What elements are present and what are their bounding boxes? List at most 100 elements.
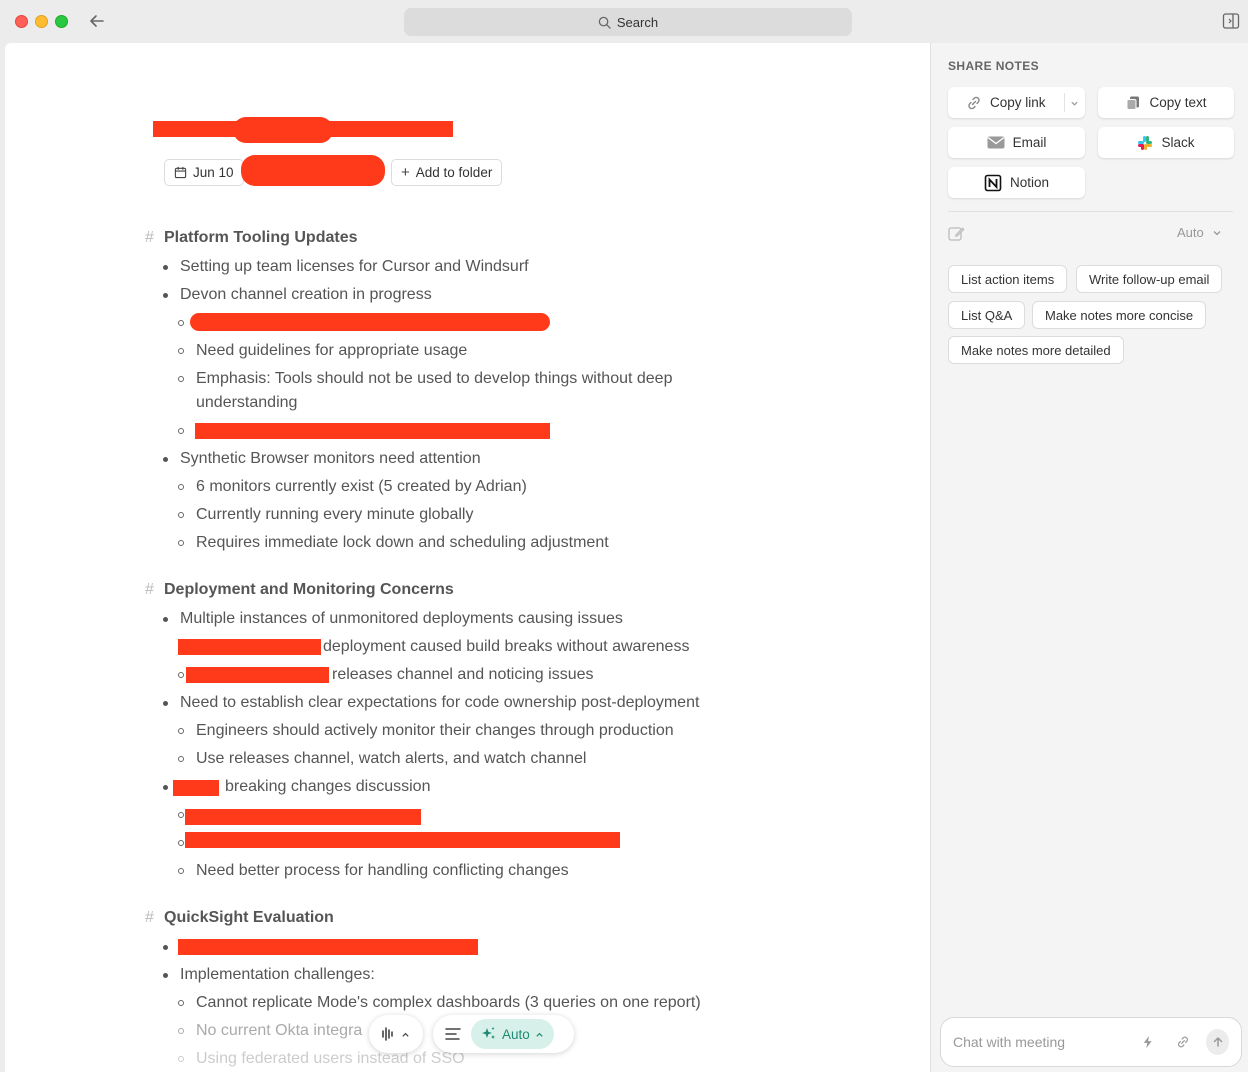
redacted-line [185, 832, 620, 848]
sub-bullet [178, 428, 184, 434]
sub-bullet [178, 868, 184, 874]
redacted-chip [241, 155, 385, 186]
write-follow-up-email-button[interactable]: Write follow-up email [1076, 265, 1223, 293]
bullet [163, 457, 168, 462]
link-icon[interactable] [1176, 1034, 1190, 1050]
chat-input[interactable] [953, 1034, 1134, 1050]
chevron-down-icon[interactable] [1070, 99, 1079, 108]
date-chip[interactable]: Jun 10 [164, 159, 244, 186]
bullet [163, 973, 168, 978]
sub-bullet [178, 756, 184, 762]
list-item: Devon channel creation in progress [180, 286, 432, 303]
list-item: No current Okta integra [196, 1022, 363, 1039]
recording-control[interactable] [369, 1015, 423, 1053]
sub-bullet [178, 376, 184, 382]
copy-text-button[interactable]: Copy text [1098, 87, 1234, 118]
section-heading: # Platform Tooling Updates [145, 229, 358, 246]
make-notes-detailed-button[interactable]: Make notes more detailed [948, 336, 1124, 364]
sub-bullet [178, 348, 184, 354]
bullet [163, 617, 168, 622]
notion-icon [984, 174, 1002, 191]
audio-waveform-icon [382, 1027, 393, 1041]
list-item: breaking changes discussion [225, 778, 431, 795]
sub-bullet [178, 1028, 184, 1034]
notes-editor[interactable]: Jun 10 + Add to folder # Platform Toolin… [5, 43, 930, 1072]
sub-bullet [178, 728, 184, 734]
redacted-text [173, 780, 219, 796]
slack-icon [1138, 135, 1153, 150]
lightning-icon[interactable] [1142, 1034, 1154, 1050]
sub-bullet [178, 540, 184, 546]
redacted-line [178, 939, 478, 955]
arrow-up-icon [1213, 1037, 1222, 1047]
sub-bullet [178, 320, 184, 326]
heading-hash-icon: # [145, 229, 154, 246]
auto-mode-button[interactable]: Auto [471, 1019, 554, 1049]
bullet [163, 701, 168, 706]
panel-divider [948, 211, 1233, 212]
calendar-icon [174, 166, 187, 179]
add-to-folder-label: Add to folder [415, 165, 493, 180]
redacted-line [190, 313, 550, 331]
redacted-text [186, 667, 329, 683]
list-item: 6 monitors currently exist (5 created by… [196, 478, 527, 495]
back-arrow-icon[interactable] [86, 10, 108, 32]
chat-box [940, 1017, 1242, 1067]
slack-button[interactable]: Slack [1098, 127, 1234, 158]
make-notes-concise-button[interactable]: Make notes more concise [1032, 301, 1207, 329]
list-item: releases channel and noticing issues [332, 666, 594, 683]
list-item: Synthetic Browser monitors need attentio… [180, 450, 481, 467]
list-item: Implementation challenges: [180, 966, 375, 983]
search-bar[interactable]: Search [404, 8, 852, 36]
send-button[interactable] [1206, 1029, 1229, 1055]
sidebar-toggle-icon[interactable] [1222, 12, 1240, 30]
sub-bullet [178, 1000, 184, 1006]
slack-label: Slack [1161, 135, 1195, 150]
list-item: Use releases channel, watch alerts, and … [196, 750, 587, 767]
list-item: Setting up team licenses for Cursor and … [180, 258, 529, 275]
list-item: Need better process for handling conflic… [196, 862, 569, 879]
edit-icon[interactable] [948, 225, 965, 242]
bullet [163, 265, 168, 270]
bullet [163, 785, 168, 790]
redacted-line [195, 423, 550, 439]
link-icon [968, 96, 980, 109]
bullet [163, 293, 168, 298]
list-action-items-button[interactable]: List action items [948, 265, 1068, 293]
notes-list-icon[interactable] [445, 1027, 461, 1041]
list-item: Cannot replicate Mode's complex dashboar… [196, 994, 701, 1011]
close-window-button[interactable] [15, 15, 28, 28]
notion-button[interactable]: Notion [948, 167, 1085, 198]
list-item: Emphasis: Tools should not be used to de… [196, 370, 673, 387]
list-item: Need to establish clear expectations for… [180, 694, 700, 711]
section-heading: # QuickSight Evaluation [145, 909, 334, 926]
share-panel: SHARE NOTES Copy link Copy text Email Sl… [930, 43, 1248, 1072]
minimize-window-button[interactable] [35, 15, 48, 28]
list-item: Engineers should actively monitor their … [196, 722, 674, 739]
email-button[interactable]: Email [948, 127, 1085, 158]
sub-bullet [178, 512, 184, 518]
split-divider [1064, 93, 1065, 112]
list-item: Requires immediate lock down and schedul… [196, 534, 609, 551]
notes-mode-toolbar: Auto [433, 1015, 574, 1053]
window-titlebar: Search [0, 0, 1248, 43]
search-icon [598, 16, 611, 29]
mode-label: Auto [1177, 225, 1204, 240]
envelope-icon [987, 136, 1005, 149]
list-item: Multiple instances of unmonitored deploy… [180, 610, 623, 627]
mode-dropdown[interactable]: Auto [1177, 225, 1222, 240]
list-item: Currently running every minute globally [196, 506, 474, 523]
chevron-up-icon[interactable] [401, 1030, 410, 1039]
search-label: Search [616, 14, 659, 30]
list-item: Need guidelines for appropriate usage [196, 342, 468, 359]
redacted-line [185, 809, 421, 825]
sub-bullet [178, 1056, 184, 1062]
list-qa-button[interactable]: List Q&A [948, 301, 1026, 329]
sub-bullet [178, 812, 184, 818]
add-to-folder-button[interactable]: + Add to folder [391, 159, 503, 186]
redacted-text [178, 639, 321, 655]
copy-link-label: Copy link [990, 95, 1046, 110]
copy-link-button[interactable]: Copy link [948, 87, 1085, 118]
date-label: Jun 10 [193, 165, 234, 180]
zoom-window-button[interactable] [55, 15, 68, 28]
